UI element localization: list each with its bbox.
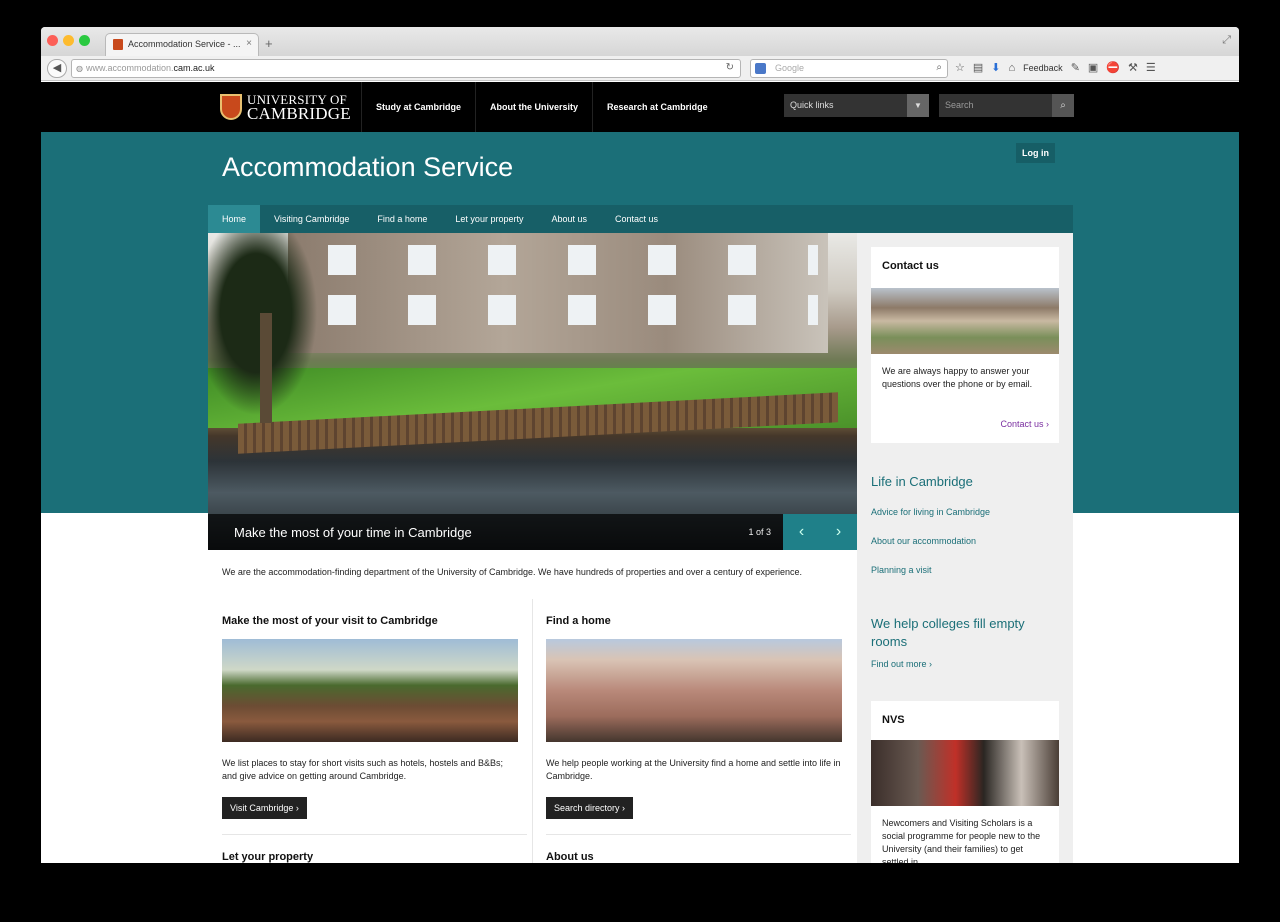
tools-icon[interactable]: ⚒ [1128,61,1138,74]
slide-caption[interactable]: Make the most of your time in Cambridge … [208,514,783,550]
url-prefix: www.accommodation. [86,63,174,73]
login-button[interactable]: Log in [1016,143,1055,163]
tab-let-your-property[interactable]: Let your property [441,205,537,233]
intro-text: We are the accommodation-finding departm… [222,567,802,577]
window-controls [47,35,90,46]
browser-toolbar: ◀ ◍ www.accommodation.cam.ac.uk ↻ Google… [41,56,1239,81]
close-window-button[interactable] [47,35,58,46]
search-icon[interactable]: ⌕ [1052,94,1074,117]
tab-find-a-home[interactable]: Find a home [363,205,441,233]
contact-card-text: We are always happy to answer your quest… [882,366,1033,389]
address-bar[interactable]: ◍ www.accommodation.cam.ac.uk ↻ [71,59,741,78]
contact-us-link[interactable]: Contact us › [1000,419,1049,429]
fullscreen-icon[interactable]: ⤢ [1222,34,1231,47]
tab-contact-us[interactable]: Contact us [601,205,672,233]
browser-search-input[interactable]: Google ⌕ [750,59,948,78]
nav-research[interactable]: Research at Cambridge [592,82,722,132]
slide-prev-button[interactable]: ‹ [783,514,820,550]
favicon-icon [113,39,123,50]
find-home-image[interactable] [546,639,842,742]
browser-tab[interactable]: Accommodation Service - ... × [105,33,259,56]
feedback-button[interactable]: Feedback [1023,63,1063,73]
nav-about-university[interactable]: About the University [475,82,592,132]
let-property-heading[interactable]: Let your property [222,851,313,863]
minimize-window-button[interactable] [63,35,74,46]
column-divider [532,599,533,863]
quick-links-label: Quick links [790,100,834,110]
addon-icon[interactable]: ▣ [1088,61,1098,74]
divider [546,834,851,835]
maximize-window-button[interactable] [79,35,90,46]
extension-icon[interactable]: ✎ [1071,61,1080,74]
contact-card: Contact us We are always happy to answer… [871,247,1059,443]
visit-heading[interactable]: Make the most of your visit to Cambridge [222,615,438,627]
site-search-input[interactable]: Search ⌕ [939,94,1074,117]
search-icon[interactable]: ⌕ [936,62,942,73]
visit-text: We list places to stay for short visits … [222,758,503,781]
top-nav: Study at Cambridge About the University … [361,82,722,132]
search-directory-button[interactable]: Search directory › [546,797,634,819]
advice-living-link[interactable]: Advice for living in Cambridge [871,507,990,517]
adblock-icon[interactable]: ⛔ [1106,61,1120,74]
find-out-more-link[interactable]: Find out more › [871,659,932,669]
browser-tools: ☆ ▤ ⬇ ⌂ Feedback ✎ ▣ ⛔ ⚒ ☰ [955,61,1156,75]
visit-image[interactable] [222,639,518,742]
browser-window: Accommodation Service - ... × + ⤢ ◀ ◍ ww… [41,27,1239,863]
tab-visiting-cambridge[interactable]: Visiting Cambridge [260,205,363,233]
section-nav: Home Visiting Cambridge Find a home Let … [208,205,1073,233]
new-tab-button[interactable]: + [265,36,273,51]
colleges-heading: We help colleges fill empty rooms [871,616,1025,649]
logo-line-2: CAMBRIDGE [247,104,351,123]
globe-icon: ◍ [76,64,83,73]
slide-next-button[interactable]: › [820,514,857,550]
tab-title: Accommodation Service - ... [128,39,241,49]
contact-card-title: Contact us [882,260,939,272]
find-home-heading[interactable]: Find a home [546,615,611,627]
tab-home[interactable]: Home [208,205,261,233]
slide-counter: 1 of 3 [748,527,771,537]
back-button[interactable]: ◀ [47,59,67,78]
nav-study[interactable]: Study at Cambridge [361,82,475,132]
quick-links-select[interactable]: Quick links ▼ [784,94,929,117]
url-domain: cam.ac.uk [173,63,215,73]
visit-cambridge-button[interactable]: Visit Cambridge › [222,797,307,819]
download-icon[interactable]: ⬇ [991,61,1000,74]
sidebar: Contact us We are always happy to answer… [857,233,1073,863]
slide-tree-trunk [260,313,272,423]
page-title: Accommodation Service [222,152,514,182]
building-windows [298,295,818,325]
nvs-image[interactable] [871,740,1059,806]
menu-icon[interactable]: ☰ [1146,61,1156,74]
clipboard-icon[interactable]: ▤ [973,61,983,74]
browser-search-placeholder: Google [775,63,805,73]
browser-tab-bar: Accommodation Service - ... × + ⤢ [41,27,1239,56]
site-header: UNIVERSITY OF CAMBRIDGE Study at Cambrid… [41,82,1239,132]
search-engine-icon [755,63,766,74]
nvs-card: NVS Newcomers and Visiting Scholars is a… [871,701,1059,863]
tab-about-us[interactable]: About us [537,205,601,233]
find-home-text: We help people working at the University… [546,758,841,781]
life-in-cambridge-heading: Life in Cambridge [871,474,973,489]
about-us-heading[interactable]: About us [546,851,594,863]
about-accommodation-link[interactable]: About our accommodation [871,536,976,546]
chevron-down-icon: ▼ [907,94,929,117]
reload-icon[interactable]: ↻ [726,62,734,73]
nvs-card-title: NVS [882,714,905,726]
bookmark-star-icon[interactable]: ☆ [955,61,965,74]
slide-controls: ‹ › [783,514,857,550]
tab-close-icon[interactable]: × [246,38,252,49]
contact-image [871,288,1059,354]
building-windows [298,245,818,275]
university-crest-icon[interactable] [220,94,242,120]
hero-slideshow[interactable]: Make the most of your time in Cambridge … [208,233,857,550]
divider [222,834,527,835]
university-logo[interactable]: UNIVERSITY OF CAMBRIDGE [247,93,351,122]
home-icon[interactable]: ⌂ [1009,62,1016,74]
slide-caption-text: Make the most of your time in Cambridge [234,525,472,540]
site-search-placeholder: Search [945,100,974,110]
nvs-card-text: Newcomers and Visiting Scholars is a soc… [882,818,1041,863]
planning-visit-link[interactable]: Planning a visit [871,565,932,575]
